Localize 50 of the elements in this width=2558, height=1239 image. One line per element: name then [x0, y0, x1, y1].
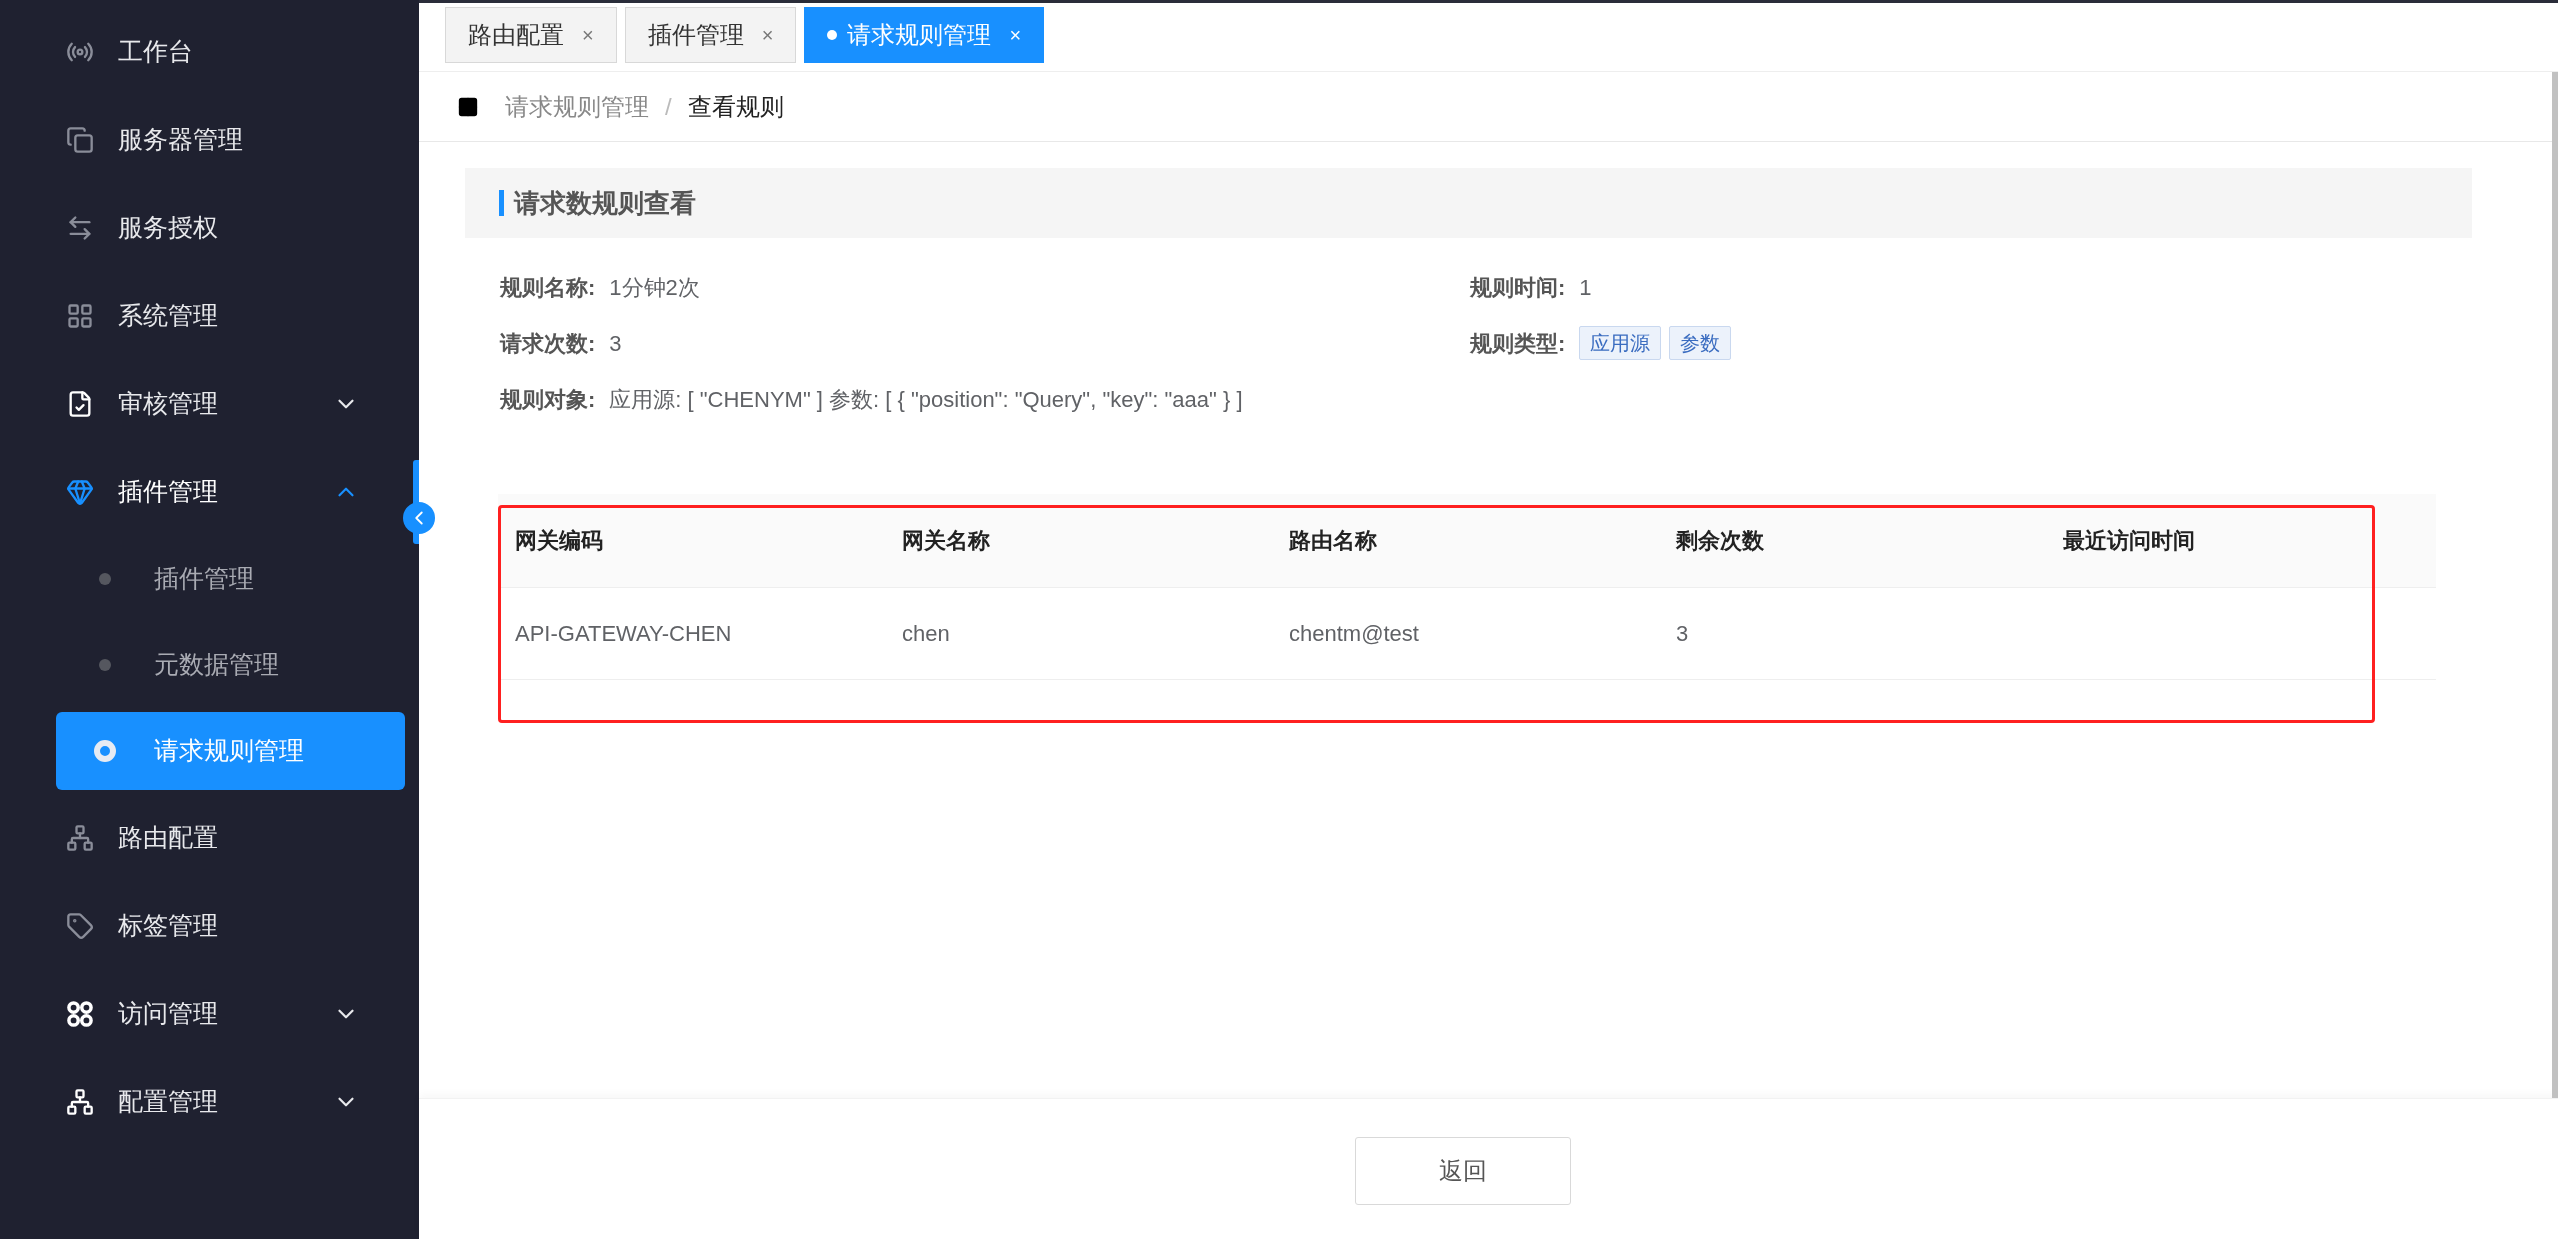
tag: 参数 [1669, 326, 1732, 360]
column-header: 最近访问时间 [2063, 528, 2195, 553]
tag: 应用源 [1579, 326, 1662, 360]
menu-item[interactable]: 配置管理 [0, 1058, 399, 1146]
breadcrumb-separator: / [665, 91, 672, 122]
four-circles-icon [66, 1000, 94, 1028]
tab[interactable]: 插件管理 × [624, 7, 797, 63]
field-label: 规则时间: [1470, 273, 1566, 302]
breadcrumb-item[interactable]: 请求规则管理 [505, 88, 649, 125]
close-icon[interactable]: × [761, 20, 774, 50]
ring-icon [94, 740, 116, 762]
menu-item[interactable]: 审核管理 [0, 360, 399, 448]
menu-item[interactable]: 插件管理 [0, 448, 399, 536]
column-header: 网关名称 [902, 528, 990, 553]
back-button[interactable]: 返回 [1354, 1137, 1571, 1205]
collapse-button[interactable] [403, 502, 435, 534]
section-title: 请求数规则查看 [514, 186, 696, 220]
field-label: 规则对象: [500, 385, 596, 414]
menu-item[interactable]: 标签管理 [0, 882, 399, 970]
field-label: 规则类型: [1470, 329, 1566, 358]
table-cell: API-GATEWAY-CHEN [515, 621, 732, 646]
table-cell: chen [902, 621, 950, 646]
tab[interactable]: 路由配置 × [445, 7, 617, 63]
table-cell: chentm@test [1289, 621, 1419, 646]
field-value: 1 [1579, 273, 1592, 302]
menu-item[interactable]: 访问管理 [0, 970, 399, 1058]
column-header: 路由名称 [1289, 528, 1377, 553]
accent-bar [499, 190, 504, 216]
submenu-item[interactable]: 元数据管理 [56, 626, 405, 704]
submenu-item[interactable]: 插件管理 [56, 540, 405, 618]
menu-item[interactable]: 服务器管理 [0, 96, 399, 184]
hierarchy-icon [66, 1088, 94, 1116]
menu-item[interactable]: 系统管理 [0, 272, 399, 360]
field-value: 3 [609, 329, 622, 358]
menu-item[interactable]: 路由配置 [0, 794, 399, 882]
field-label: 规则名称: [500, 273, 596, 302]
hierarchy-icon [66, 824, 94, 852]
column-header: 剩余次数 [1676, 528, 1764, 553]
field-value: 1分钟2次 [609, 273, 700, 302]
breadcrumb-item: 查看规则 [687, 91, 784, 122]
menu-item[interactable]: 工作台 [0, 8, 399, 96]
close-icon[interactable]: × [582, 20, 594, 50]
menu-item[interactable]: 服务授权 [0, 184, 399, 272]
column-header: 网关编码 [515, 528, 603, 553]
field-label: 请求次数: [500, 329, 596, 358]
overlapping-squares-icon [66, 126, 94, 154]
diamond-icon [66, 478, 94, 506]
field-value: 应用源: [ "CHENYM" ] 参数: [ { "position": "Query", "key": "aaa" } ] [609, 385, 1243, 414]
tag-icon [66, 912, 94, 940]
table-cell: 3 [1676, 621, 1689, 646]
